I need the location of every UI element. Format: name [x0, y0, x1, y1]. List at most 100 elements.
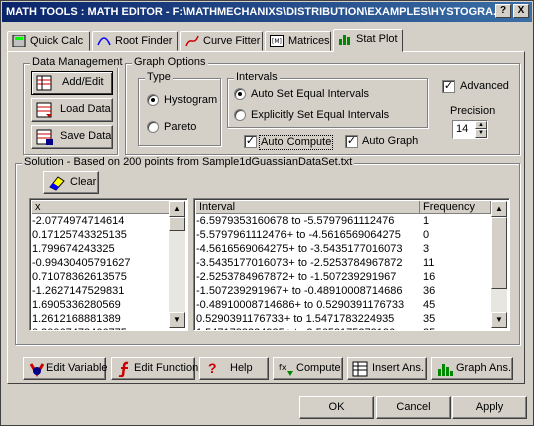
advanced-label: Advanced	[460, 80, 509, 92]
spin-up-arrow-icon[interactable]: ▲	[475, 121, 487, 129]
tab-root-finder[interactable]: Root Finder	[92, 31, 178, 51]
scroll-up-arrow-icon[interactable]: ▲	[491, 201, 507, 217]
interval-row[interactable]: -2.5253784967872+ to -1.507239291967 16	[196, 270, 509, 284]
load-data-button[interactable]: Load Data	[31, 98, 113, 122]
insert-answer-button[interactable]: Insert Ans.	[347, 357, 427, 380]
auto-set-intervals-radio[interactable]	[234, 88, 246, 100]
interval-range: -4.5616569064275+ to -3.5435177016073	[196, 243, 403, 255]
tab-stat-plot[interactable]: Stat Plot	[333, 29, 403, 52]
interval-frequency: 45	[423, 299, 436, 311]
button-label: Load Data	[60, 103, 111, 115]
interval-row[interactable]: -3.5435177016073+ to -2.5253784967872 11	[196, 256, 509, 270]
scroll-up-arrow-icon[interactable]: ▲	[169, 201, 185, 217]
explicit-intervals-label: Explicitly Set Equal Intervals	[251, 109, 390, 121]
interval-row[interactable]: -5.5797961112476+ to -4.5616569064275 0	[196, 228, 509, 242]
interval-frequency: 11	[423, 257, 435, 269]
x-value-row[interactable]: 1.2612168881389	[32, 312, 187, 326]
button-label: Graph Ans.	[456, 362, 512, 374]
clear-button[interactable]: Clear	[43, 171, 99, 194]
x-values-list[interactable]: x -2.0774974714614 0.17125743325135 1.7996…	[29, 198, 188, 331]
interval-frequency: 35	[423, 313, 436, 325]
button-label: Compute	[296, 362, 341, 374]
button-label: Save Data	[60, 130, 112, 142]
tab-label: Matrices	[288, 35, 330, 47]
x-value-row[interactable]: -1.2627147529831	[32, 284, 187, 298]
compute-icon: fx	[279, 363, 293, 376]
calculator-icon	[12, 35, 26, 47]
advanced-checkbox[interactable]: ✓	[442, 80, 455, 93]
frequency-column-header[interactable]: Frequency	[420, 201, 491, 214]
tab-label: Stat Plot	[356, 33, 398, 45]
save-data-button[interactable]: Save Data	[31, 125, 113, 149]
interval-list-scrollbar[interactable]: ▲ ▼	[491, 201, 507, 328]
edit-function-button[interactable]: Edit Function	[111, 357, 199, 380]
apply-button[interactable]: Apply	[452, 396, 527, 419]
close-button[interactable]: X	[513, 4, 529, 18]
interval-row[interactable]: -4.5616569064275+ to -3.5435177016073 3	[196, 242, 509, 256]
interval-range: 0.5290391176733+ to 1.5471783224935	[196, 313, 395, 325]
x-value-row[interactable]: 0.30067478466775	[32, 326, 187, 330]
auto-compute-checkbox[interactable]: ✓	[244, 135, 257, 148]
curve-fitter-icon	[185, 35, 199, 47]
interval-row[interactable]: -0.48910008714686+ to 0.5290391176733 45	[196, 298, 509, 312]
graph-answer-button[interactable]: Graph Ans.	[431, 357, 513, 380]
tab-label: Curve Fitter	[203, 35, 261, 47]
x-value-row[interactable]: 0.71078362613575	[32, 270, 187, 284]
variable-icon	[29, 363, 45, 377]
title-bar: MATH TOOLS : MATH EDITOR - F:\MATHMECHAN…	[2, 2, 532, 22]
button-label: Edit Function	[134, 362, 199, 374]
auto-set-intervals-label: Auto Set Equal Intervals	[251, 88, 370, 100]
auto-graph-checkbox[interactable]: ✓	[345, 135, 358, 148]
interval-row[interactable]: 0.5290391176733+ to 1.5471783224935 35	[196, 312, 509, 326]
interval-frequency: 16	[423, 271, 436, 283]
ok-button[interactable]: OK	[299, 396, 374, 419]
tab-quick-calc[interactable]: Quick Calc	[7, 31, 90, 51]
interval-frequency: 1	[423, 215, 430, 227]
interval-column-header[interactable]: Interval	[196, 201, 420, 214]
interval-row[interactable]: 1.5471783224935+ to 2.5653175273136 25	[196, 326, 509, 330]
auto-compute-label: Auto Compute	[259, 135, 334, 150]
pareto-radio[interactable]	[147, 121, 159, 133]
matrix-icon: [M]	[270, 35, 284, 47]
x-list-scrollbar[interactable]: ▲ ▼	[169, 201, 185, 328]
tab-label: Quick Calc	[30, 35, 84, 47]
interval-range: -6.5979353160678 to -5.5797961112476	[196, 215, 395, 227]
interval-row[interactable]: -1.507239291967+ to -0.48910008714686 36	[196, 284, 509, 298]
spin-down-arrow-icon[interactable]: ▼	[475, 129, 487, 138]
x-value-row[interactable]: -2.0774974714614	[32, 214, 187, 228]
scroll-thumb[interactable]	[169, 217, 185, 231]
scroll-down-arrow-icon[interactable]: ▼	[169, 312, 185, 328]
x-value-row[interactable]: 1.799674243325	[32, 242, 187, 256]
x-value-row[interactable]: -0.99430405791627	[32, 256, 187, 270]
x-value-row[interactable]: 1.6905336280569	[32, 298, 187, 312]
help-button[interactable]: ? Help	[199, 357, 269, 380]
table-edit-icon	[36, 75, 52, 91]
group-legend: Graph Options	[132, 56, 208, 68]
cancel-button[interactable]: Cancel	[376, 396, 451, 419]
x-value-row[interactable]: 0.17125743325135	[32, 228, 187, 242]
precision-spinner[interactable]: 14 ▲ ▼	[452, 120, 488, 139]
compute-button[interactable]: fx Compute	[273, 357, 343, 380]
explicit-intervals-radio[interactable]	[234, 109, 246, 121]
scroll-thumb[interactable]	[491, 217, 507, 289]
interval-range: -1.507239291967+ to -0.48910008714686	[196, 285, 403, 297]
scroll-down-arrow-icon[interactable]: ▼	[491, 312, 507, 328]
button-label: Edit Variable	[46, 362, 108, 374]
help-title-button[interactable]: ?	[495, 4, 511, 18]
auto-graph-label: Auto Graph	[362, 135, 419, 147]
question-mark-icon: ?	[208, 360, 217, 376]
svg-text:fx: fx	[279, 363, 287, 372]
add-edit-button[interactable]: Add/Edit	[31, 71, 113, 95]
x-column-header[interactable]: x	[32, 201, 171, 214]
tab-matrices[interactable]: [M] Matrices	[265, 31, 331, 51]
tab-curve-fitter[interactable]: Curve Fitter	[180, 31, 263, 51]
group-legend: Data Management	[30, 56, 125, 68]
solution-legend: Solution - Based on 200 points from Samp…	[22, 156, 355, 168]
intervals-list[interactable]: Interval Frequency -6.5979353160678 to -…	[193, 198, 510, 331]
edit-variable-button[interactable]: Edit Variable	[23, 357, 108, 380]
insert-answer-icon	[352, 361, 368, 377]
hystogram-radio[interactable]	[147, 94, 159, 106]
button-label: Help	[230, 362, 253, 374]
save-table-icon	[36, 129, 53, 145]
interval-row[interactable]: -6.5979353160678 to -5.5797961112476 1	[196, 214, 509, 228]
